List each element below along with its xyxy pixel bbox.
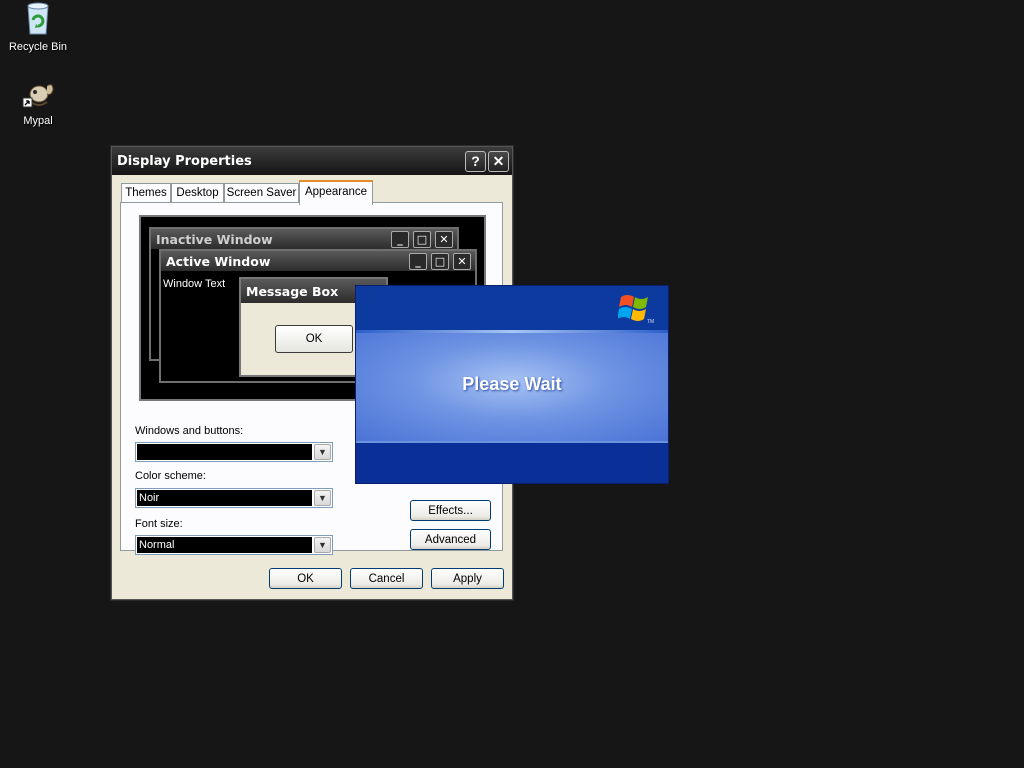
help-button[interactable]: ? bbox=[465, 151, 486, 172]
close-button[interactable]: ✕ bbox=[488, 151, 509, 172]
preview-inactive-title-bar: Inactive Window _ □ ✕ bbox=[151, 229, 457, 249]
mypal-icon bbox=[22, 84, 54, 108]
chevron-down-icon[interactable]: ▼ bbox=[314, 490, 331, 506]
tab-appearance[interactable]: Appearance bbox=[299, 180, 373, 205]
close-icon: ✕ bbox=[453, 253, 471, 270]
recycle-bin-icon bbox=[27, 2, 49, 35]
preview-window-text: Window Text bbox=[163, 278, 226, 290]
color-scheme-value: Noir bbox=[137, 490, 312, 506]
windows-and-buttons-select[interactable]: ▼ bbox=[135, 442, 333, 462]
dialog-title-bar[interactable]: Display Properties ? ✕ bbox=[112, 147, 512, 175]
ok-button[interactable]: OK bbox=[269, 568, 342, 589]
please-wait-text: Please Wait bbox=[462, 374, 562, 394]
effects-button[interactable]: Effects... bbox=[410, 500, 491, 521]
desktop-icon-label: Recycle Bin bbox=[8, 41, 68, 53]
desktop-icon-recycle-bin[interactable]: Recycle Bin bbox=[0, 2, 76, 53]
apply-button[interactable]: Apply bbox=[431, 568, 504, 589]
minimize-icon: _ bbox=[409, 253, 427, 270]
color-scheme-label: Color scheme: bbox=[135, 470, 206, 482]
desktop-icon-label: Mypal bbox=[23, 115, 53, 127]
maximize-icon: □ bbox=[413, 231, 431, 248]
preview-active-title: Active Window bbox=[166, 254, 271, 269]
please-wait-splash: TM Please Wait bbox=[355, 285, 669, 484]
splash-footer bbox=[356, 443, 668, 483]
windows-and-buttons-value bbox=[137, 444, 312, 460]
preview-message-box-title: Message Box bbox=[246, 284, 339, 299]
font-size-select[interactable]: Normal ▼ bbox=[135, 535, 333, 555]
tab-screen-saver[interactable]: Screen Saver bbox=[224, 183, 299, 203]
chevron-down-icon[interactable]: ▼ bbox=[314, 444, 331, 460]
desktop-icon-mypal[interactable]: Mypal bbox=[0, 80, 76, 127]
trademark-mark: TM bbox=[647, 319, 655, 325]
font-size-label: Font size: bbox=[135, 518, 183, 530]
help-icon: ? bbox=[471, 153, 480, 169]
close-icon: ✕ bbox=[435, 231, 453, 248]
preview-ok-button: OK bbox=[275, 325, 353, 353]
color-scheme-select[interactable]: Noir ▼ bbox=[135, 488, 333, 508]
close-icon: ✕ bbox=[492, 153, 505, 169]
font-size-value: Normal bbox=[137, 537, 312, 553]
splash-header: TM bbox=[356, 286, 668, 330]
dialog-title: Display Properties bbox=[117, 154, 252, 169]
cancel-button[interactable]: Cancel bbox=[350, 568, 423, 589]
minimize-icon: _ bbox=[391, 231, 409, 248]
preview-active-title-bar: Active Window _ □ ✕ bbox=[161, 251, 475, 271]
preview-inactive-title: Inactive Window bbox=[156, 232, 273, 247]
advanced-button[interactable]: Advanced bbox=[410, 529, 491, 550]
tab-desktop[interactable]: Desktop bbox=[171, 183, 224, 203]
maximize-icon: □ bbox=[431, 253, 449, 270]
tab-themes[interactable]: Themes bbox=[121, 183, 171, 203]
windows-and-buttons-label: Windows and buttons: bbox=[135, 425, 244, 437]
chevron-down-icon[interactable]: ▼ bbox=[314, 537, 331, 553]
